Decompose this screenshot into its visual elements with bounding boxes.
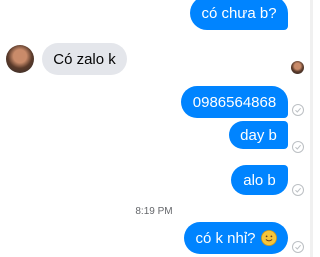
slightly-smiling-face-icon (260, 230, 277, 246)
message-bubble-incoming[interactable]: Có zalo k (42, 43, 127, 75)
contact-avatar[interactable] (6, 45, 34, 73)
message-bubble-outgoing[interactable]: alo b (231, 165, 288, 195)
message-bubble-outgoing[interactable]: có chưa b? (190, 0, 288, 30)
read-receipt-avatar (291, 61, 304, 74)
sent-check-icon (292, 184, 304, 196)
message-text: Có zalo k (53, 50, 116, 68)
message-bubble-outgoing[interactable]: day b (229, 121, 288, 149)
sent-check-icon (292, 104, 304, 116)
message-text: day b (240, 126, 277, 144)
message-bubble-outgoing[interactable]: có k nhỉ? (184, 222, 288, 254)
message-timestamp: 8:19 PM (135, 206, 173, 217)
message-text: alo b (243, 171, 276, 189)
message-bubble-outgoing[interactable]: 0986564868 (181, 86, 288, 118)
message-text: có chưa b? (201, 4, 277, 22)
message-text: 0986564868 (192, 93, 277, 111)
sent-check-icon (292, 141, 304, 153)
scrollbar[interactable] (310, 0, 313, 257)
message-text: có k nhỉ? (195, 229, 256, 247)
sent-check-icon (292, 241, 304, 253)
